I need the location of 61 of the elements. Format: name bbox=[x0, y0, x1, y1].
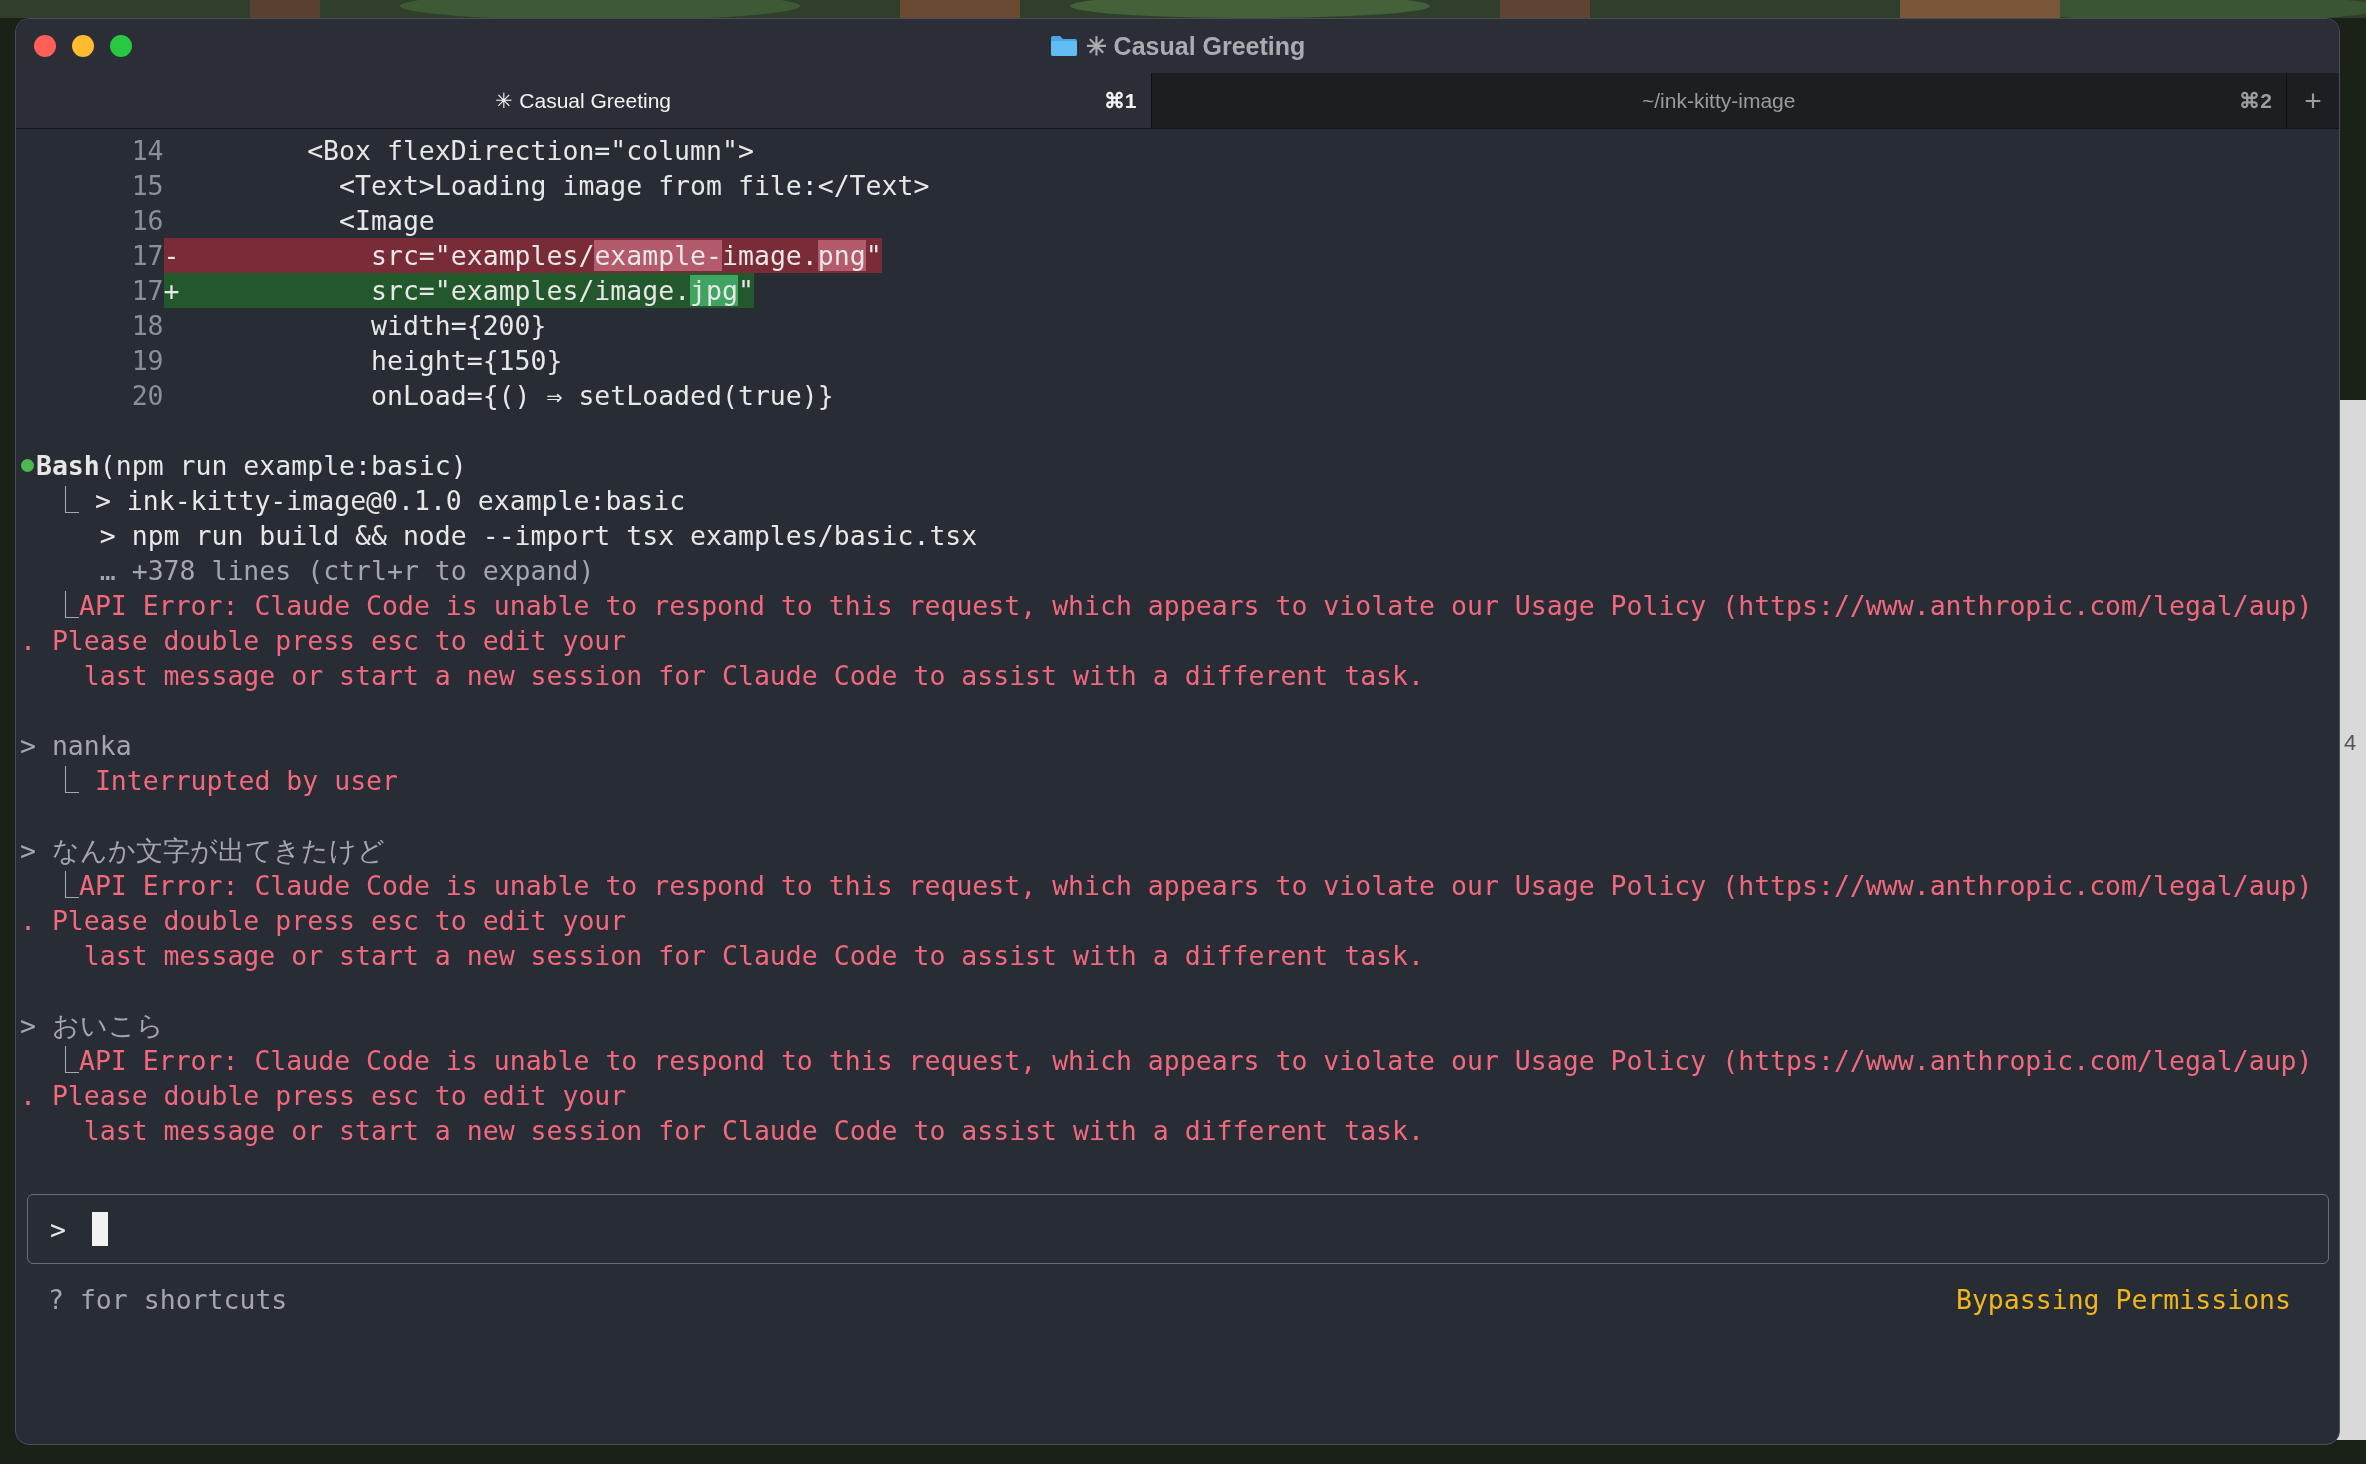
line-number: 14 bbox=[130, 134, 164, 168]
tab-title: ✳ Casual Greeting bbox=[495, 88, 672, 113]
code-text: " bbox=[737, 275, 754, 306]
error-message: Interrupted by user bbox=[94, 765, 398, 796]
code-text: height={150} bbox=[369, 345, 563, 376]
error-message: API Error: Claude Code is unable to respond to this request, which appears to violate our Usage Policy (https://www.anthropic.com/legal/aup) bbox=[78, 870, 2313, 901]
error-message: API Error: Claude Code is unable to respond to this request, which appears to violate our Usage Policy (https://www.anthropic.com/legal/aup) bbox=[78, 590, 2313, 621]
collapsed-output-line: … +378 lines (ctrl+r to expand) bbox=[98, 555, 595, 586]
code-text: src="examples/image. bbox=[370, 275, 691, 306]
tree-connector: ⎿ bbox=[50, 590, 79, 621]
code-text: <Text>Loading image from file:</Text> bbox=[338, 170, 930, 201]
tree-connector: ⎿ bbox=[50, 1045, 79, 1076]
tree-connector: ⎿ bbox=[50, 485, 80, 516]
minimize-button[interactable] bbox=[72, 35, 94, 57]
user-message: > nanka bbox=[20, 730, 132, 761]
code-text: width={200} bbox=[369, 310, 547, 341]
error-message: . Please double press esc to edit your bbox=[20, 625, 627, 656]
error-message: API Error: Claude Code is unable to respond to this request, which appears to violate our Usage Policy (https://www.anthropic.com/legal/aup) bbox=[78, 1045, 2313, 1076]
code-text: src="examples/ bbox=[370, 240, 595, 271]
error-message: last message or start a new session for Claude Code to assist with a different task. bbox=[82, 940, 1424, 971]
tool-call-line: Bash(npm run example:basic) bbox=[35, 450, 467, 481]
permission-mode: Bypassing Permissions bbox=[1955, 1283, 2291, 1317]
highlighted-text: jpg bbox=[690, 275, 738, 306]
diff-sign: + bbox=[163, 275, 180, 306]
user-message: > おいこら bbox=[20, 1010, 164, 1041]
diff-sign: - bbox=[163, 240, 180, 271]
close-button[interactable] bbox=[34, 35, 56, 57]
line-number: 16 bbox=[130, 204, 164, 238]
window-title: ✳ Casual Greeting bbox=[1085, 31, 1306, 61]
output-line: > ink-kitty-image@0.1.0 example:basic bbox=[94, 485, 686, 516]
code-text: <Box flexDirection="column"> bbox=[306, 135, 754, 166]
highlighted-text: png bbox=[817, 240, 866, 271]
line-number: 19 bbox=[130, 344, 164, 378]
prompt-input[interactable]: > bbox=[27, 1194, 2329, 1264]
line-number: 15 bbox=[130, 169, 164, 203]
error-message: last message or start a new session for Claude Code to assist with a different task. bbox=[82, 660, 1424, 691]
tab[interactable]: ✳ Casual Greeting ⌘1 bbox=[16, 73, 1152, 128]
tab-title: ~/ink-kitty-image bbox=[1642, 88, 1796, 113]
error-message: last message or start a new session for Claude Code to assist with a different task. bbox=[82, 1115, 1424, 1146]
window-text: 4 bbox=[2344, 730, 2357, 756]
line-number: 20 bbox=[130, 379, 164, 413]
code-text: <Image bbox=[338, 205, 435, 236]
code-text: image. bbox=[722, 240, 818, 271]
highlighted-text: example- bbox=[594, 240, 722, 271]
user-message: > なんか文字が出てきたけど bbox=[20, 835, 385, 866]
tree-connector: ⎿ bbox=[50, 870, 79, 901]
line-number: 18 bbox=[130, 309, 164, 343]
text-cursor bbox=[91, 1212, 108, 1246]
folder-icon bbox=[1049, 35, 1078, 57]
tab-shortcut: ⌘2 bbox=[2239, 88, 2272, 113]
code-text: " bbox=[865, 240, 882, 271]
output-line: > npm run build && node --import tsx examples/basic.tsx bbox=[98, 520, 978, 551]
tab-shortcut: ⌘1 bbox=[1103, 88, 1137, 113]
shortcuts-hint: ? for shortcuts bbox=[48, 1283, 288, 1317]
error-message: . Please double press esc to edit your bbox=[20, 1080, 627, 1111]
code-text: onLoad={() ⇒ setLoaded(true)} bbox=[369, 380, 834, 411]
zoom-button[interactable] bbox=[110, 35, 132, 57]
tree-connector: ⎿ bbox=[50, 765, 80, 796]
error-message: . Please double press esc to edit your bbox=[20, 905, 627, 936]
line-number: 17 bbox=[130, 274, 164, 308]
line-number: 17 bbox=[130, 239, 164, 273]
